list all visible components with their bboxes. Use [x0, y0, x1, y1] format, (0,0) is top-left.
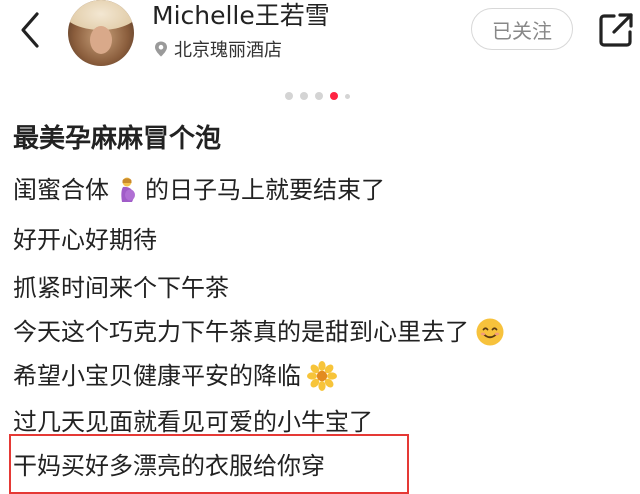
location-tag[interactable]: 北京瑰丽酒店	[152, 36, 282, 62]
pregnant-woman-emoji	[121, 177, 135, 202]
highlight-box	[9, 434, 409, 494]
share-button[interactable]	[596, 10, 636, 50]
post-line: 闺蜜合体 的日子马上就要结束了	[13, 170, 385, 210]
post-header: Michelle王若雪 北京瑰丽酒店 已关注	[0, 0, 640, 74]
chevron-left-icon	[21, 12, 39, 48]
post-line: 抓紧时间来个下午茶	[13, 268, 229, 308]
post-line-text: 今天这个巧克力下午茶真的是甜到心里去了	[13, 318, 469, 346]
blossom-emoji	[307, 361, 337, 391]
carousel-dot[interactable]	[285, 92, 293, 100]
follow-button[interactable]: 已关注	[471, 8, 573, 50]
share-icon	[599, 13, 633, 47]
location-pin-icon	[155, 41, 167, 57]
carousel-dot-active[interactable]	[330, 92, 338, 100]
post-line-text: 好开心好期待	[13, 226, 157, 254]
post-line-text: 闺蜜合体	[13, 176, 109, 204]
post-line-text: 的日子马上就要结束了	[145, 176, 385, 204]
post-line: 今天这个巧克力下午茶真的是甜到心里去了	[13, 312, 505, 352]
post-title: 最美孕麻麻冒个泡	[13, 124, 222, 154]
avatar[interactable]	[68, 0, 134, 66]
back-button[interactable]	[10, 10, 50, 50]
location-label: 北京瑰丽酒店	[174, 40, 282, 61]
post-line: 希望小宝贝健康平安的降临	[13, 356, 337, 396]
smiling-face-emoji	[476, 318, 504, 346]
post-line-text: 希望小宝贝健康平安的降临	[13, 362, 301, 390]
avatar-face	[90, 26, 112, 54]
carousel-dot[interactable]	[345, 93, 350, 99]
username[interactable]: Michelle王若雪	[152, 0, 330, 32]
post-line-text: 抓紧时间来个下午茶	[13, 274, 229, 302]
carousel-indicator	[285, 92, 350, 100]
carousel-dot[interactable]	[300, 92, 308, 100]
post-line: 好开心好期待	[13, 220, 157, 260]
carousel-dot[interactable]	[315, 92, 323, 100]
